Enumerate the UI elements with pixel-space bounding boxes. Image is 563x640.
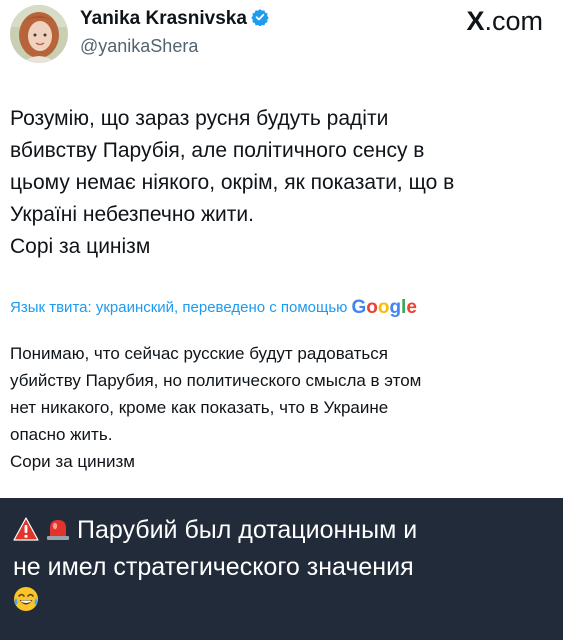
x-brand-logo: X.com xyxy=(466,6,543,37)
translation-notice[interactable]: Язык твита: украинский, переведено с пом… xyxy=(10,297,417,319)
translation-line: Понимаю, что сейчас русские будут радова… xyxy=(10,344,388,363)
laughing-tears-icon xyxy=(13,586,39,621)
author-handle[interactable]: @yanikaShera xyxy=(80,36,198,57)
author-name[interactable]: Yanika Krasnivska xyxy=(80,8,247,29)
avatar[interactable] xyxy=(10,5,68,63)
tweet-text: Розумію, що зараз русня будуть радіти вб… xyxy=(10,103,550,263)
warning-icon xyxy=(13,516,39,550)
tweet-line: Сорі за цинізм xyxy=(10,235,151,258)
translated-text: Понимаю, что сейчас русские будут радова… xyxy=(10,340,550,475)
siren-icon xyxy=(45,516,71,550)
google-logo: Google xyxy=(351,297,417,318)
translation-line: Сори за цинизм xyxy=(10,452,135,471)
author-name-row[interactable]: Yanika Krasnivska xyxy=(80,8,269,32)
translation-line: убийству Парубия, но политического смысл… xyxy=(10,371,422,390)
x-logo-icon: X xyxy=(466,6,485,36)
tweet-line: Україні небезпечно жити. xyxy=(10,203,254,226)
tweet-line: вбивству Парубія, але політичного сенсу … xyxy=(10,139,425,162)
caption-panel: Парубий был дотационным и не имел страте… xyxy=(0,498,563,640)
translation-line: нет никакого, кроме как показать, что в … xyxy=(10,398,389,417)
tweet-line: цьому немає ніякого, окрім, як показати,… xyxy=(10,171,455,194)
caption-text: Парубий был дотационным и не имел страте… xyxy=(13,513,558,621)
tweet-card: Yanika Krasnivska @yanikaShera X.com Роз… xyxy=(0,0,563,498)
caption-line: Парубий был дотационным и xyxy=(77,516,418,544)
caption-line: не имел стратегического значения xyxy=(13,553,414,581)
brand-suffix: .com xyxy=(484,6,543,36)
tweet-line: Розумію, що зараз русня будуть радіти xyxy=(10,107,389,130)
translation-line: опасно жить. xyxy=(10,425,113,444)
translation-notice-text[interactable]: Язык твита: украинский, переведено с пом… xyxy=(10,299,347,316)
verified-badge-icon xyxy=(251,8,269,32)
